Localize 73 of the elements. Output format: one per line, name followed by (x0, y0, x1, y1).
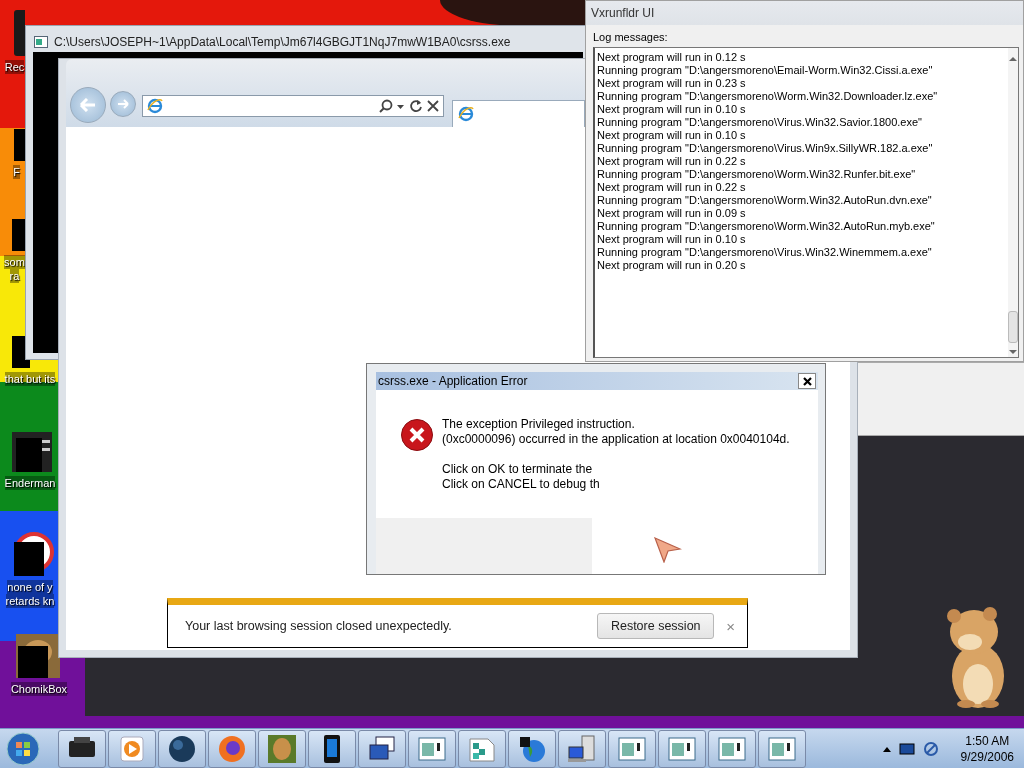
tray-arrow-icon (882, 746, 891, 752)
desktop-icon (12, 432, 52, 472)
error-icon (400, 418, 434, 452)
browser-logo-icon (147, 98, 163, 114)
icon-label[interactable]: Rec (4, 60, 25, 74)
close-icon (802, 376, 812, 386)
log-line: Next program will run in 0.10 s (597, 129, 747, 142)
scroll-thumb[interactable] (1008, 311, 1018, 343)
log-line: Running program "D:\angersmoreno\Virus.Win9x.SillyWR.182.a.exe" (597, 142, 934, 155)
computer-icon (566, 733, 598, 765)
icon-label[interactable]: ChomikBox (10, 682, 68, 696)
window-title: Vxrunfldr UI (586, 1, 1023, 25)
browser-icon (216, 733, 248, 765)
restore-session-button[interactable]: Restore session (597, 613, 715, 639)
log-line: Next program will run in 0.12 s (597, 51, 747, 64)
clock-time[interactable]: 1:50 AM (965, 733, 1010, 749)
log-line: Running program "D:\angersmoreno\Worm.Win32.AutoRun.myb.exe" (597, 220, 936, 233)
back-button[interactable] (70, 87, 106, 123)
taskbar-button[interactable] (158, 730, 206, 768)
icon-label[interactable]: F (13, 165, 20, 179)
dialog-title: csrss.exe - Application Error (378, 374, 528, 388)
scroll-up-icon (1009, 56, 1017, 62)
refresh-icon (409, 99, 423, 113)
hamster-icon (266, 733, 298, 765)
back-arrow-icon (79, 98, 97, 112)
log-line: Next program will run in 0.10 s (597, 233, 747, 246)
error-message: Click on OK to terminate the (442, 462, 594, 477)
browser-tab[interactable] (452, 100, 585, 127)
log-line: Running program "D:\angersmoreno\Virus.Win32.Winemmem.a.exe" (597, 246, 933, 259)
console-icon (34, 36, 48, 48)
log-line: Next program will run in 0.09 s (597, 207, 747, 220)
globe-icon (166, 733, 198, 765)
close-button[interactable]: × (724, 617, 737, 635)
log-line: Next program will run in 0.23 s (597, 77, 747, 90)
log-line: Next program will run in 0.20 s (597, 259, 747, 272)
forward-button[interactable] (110, 91, 136, 117)
taskbar-button[interactable] (358, 730, 406, 768)
log-line: Running program "D:\angersmoreno\Virus.Win32.Savior.1800.exe" (597, 116, 923, 129)
log-line: Running program "D:\angersmoreno\Email-Worm.Win32.Cissi.a.exe" (597, 64, 934, 77)
forward-arrow-icon (117, 99, 129, 109)
taskbar-button[interactable] (508, 730, 556, 768)
close-button[interactable] (798, 373, 816, 389)
window-title: C:\Users\JOSEPH~1\AppData\Local\Temp\Jm67l4GBGJT1NqJ7mwW1BA0\csrss.exe (54, 35, 511, 49)
error-message: Click on CANCEL to debug th (442, 477, 601, 492)
icon-label[interactable]: none of y (7, 580, 53, 594)
log-label: Log messages: (592, 30, 669, 45)
scrollbar[interactable] (1008, 48, 1018, 357)
log-line: Next program will run in 0.22 s (597, 155, 747, 168)
notification-message: Your last browsing session closed unexpectedly. (185, 619, 453, 633)
start-icon (6, 732, 40, 766)
error-message: The exception Privileged instruction. (442, 417, 636, 432)
log-line: Running program "D:\angersmoreno\Worm.Win32.AutoRun.dvn.exe" (597, 194, 933, 207)
search-icon (379, 99, 393, 113)
icon-label[interactable]: Enderman (4, 476, 56, 490)
clock-date[interactable]: 9/29/2006 (960, 749, 1014, 765)
desktop-icon (12, 532, 56, 576)
icon-label[interactable]: retards kn (5, 594, 55, 608)
taskbar-button[interactable] (558, 730, 606, 768)
taskbar-button[interactable] (308, 730, 356, 768)
cursor-icon (654, 537, 682, 563)
monitor-icon (898, 742, 915, 756)
error-message: (0xc0000096) occurred in the application at location 0x0040104d. (442, 432, 790, 447)
taskbar-button[interactable] (58, 730, 106, 768)
desktop-icon (16, 634, 60, 678)
scroll-down-icon (1009, 349, 1017, 355)
network-icon (922, 741, 939, 757)
browser-logo-icon (458, 106, 474, 122)
close-icon (427, 100, 439, 112)
log-line: Next program will run in 0.10 s (597, 103, 747, 116)
log-line: Next program will run in 0.22 s (597, 181, 747, 194)
address-field[interactable] (142, 95, 444, 117)
log-line: Running program "D:\angersmoreno\Worm.Win32.Downloader.lz.exe" (597, 90, 939, 103)
log-line: Running program "D:\angersmoreno\Worm.Win32.Runfer.bit.exe" (597, 168, 917, 181)
